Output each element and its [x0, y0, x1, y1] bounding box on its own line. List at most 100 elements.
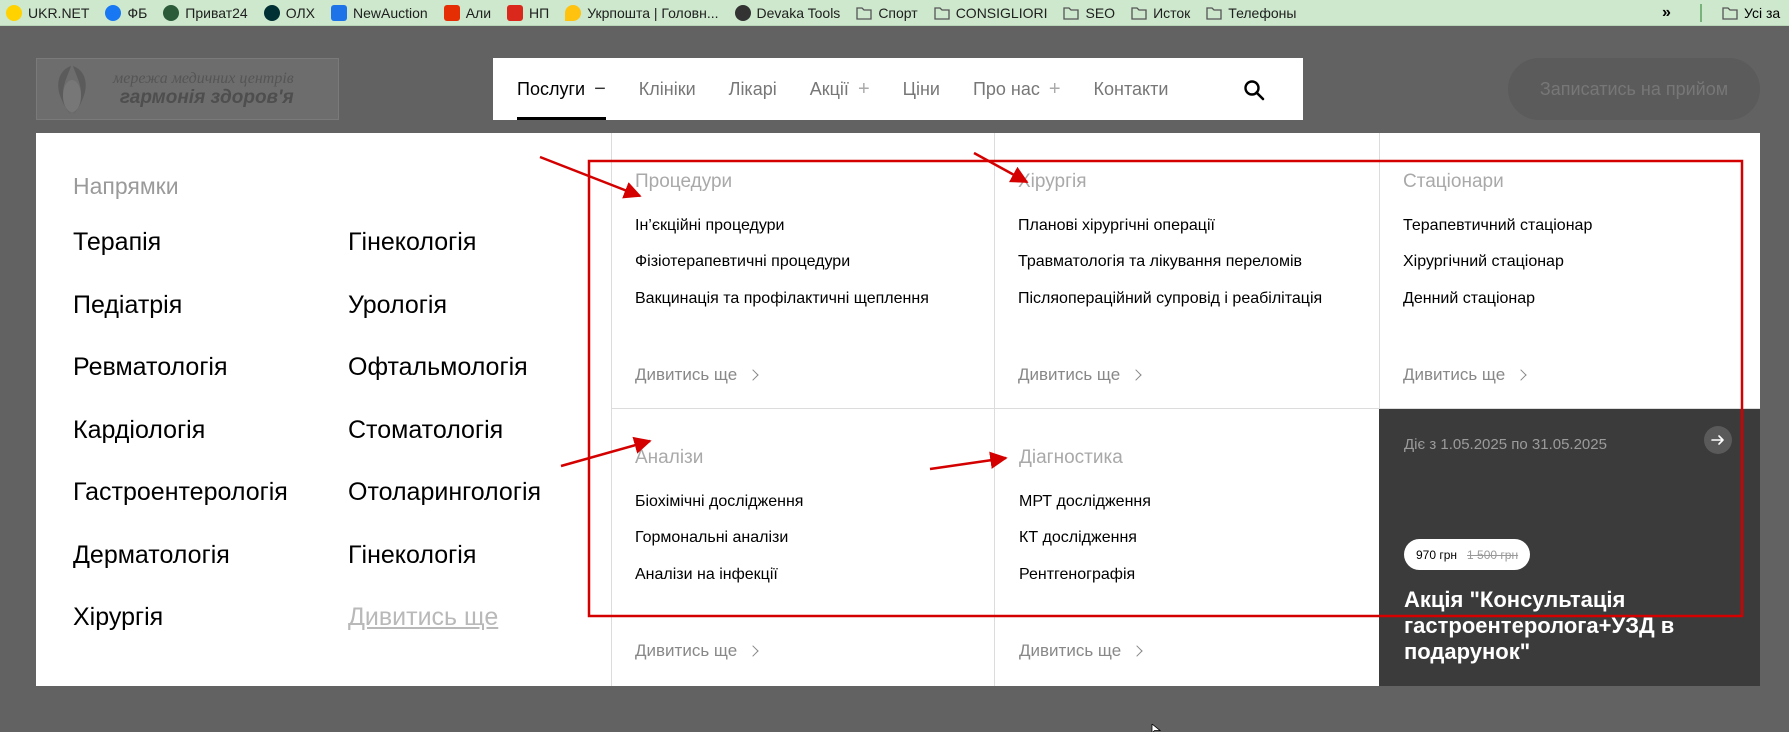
bookmark-folder-istok[interactable]: Исток: [1131, 5, 1190, 21]
inpatient-link[interactable]: Терапевтичний стаціонар: [1403, 217, 1592, 235]
promo-old-price: 1 500 грн: [1467, 547, 1519, 562]
folder-icon: [934, 6, 950, 20]
diagnostics-link[interactable]: Рентгенографія: [1019, 566, 1135, 584]
arrow-right-icon[interactable]: [1704, 426, 1732, 454]
direction-link[interactable]: Гінекологія: [348, 228, 476, 257]
bookmark-folder-consigliori[interactable]: CONSIGLIORI: [934, 5, 1047, 21]
section-title-inpatient: Стаціонари: [1403, 171, 1504, 192]
logo-text: мережа медичних центрів гармонія здоров'…: [113, 70, 294, 109]
ukrposhta-icon: [565, 4, 582, 21]
direction-link[interactable]: Кардіологія: [73, 416, 205, 445]
chevron-right-icon: [1515, 369, 1527, 381]
nav-item-about[interactable]: Про нас +: [973, 58, 1061, 120]
section-title-diagnostics: Діагностика: [1019, 447, 1123, 468]
nav-item-promotions[interactable]: Акції +: [810, 58, 870, 120]
nav-item-contacts[interactable]: Контакти: [1094, 58, 1169, 120]
bookmarks-bar: UKR.NET ФБ Приват24 ОЛХ NewAuction Али Н…: [0, 0, 1789, 26]
direction-link[interactable]: Стоматологія: [348, 416, 503, 445]
procedures-link[interactable]: Ін’єкційні процедури: [635, 217, 784, 235]
promo-price: 970 грн: [1416, 547, 1458, 562]
surgery-more-link[interactable]: Дивитись ще: [1018, 365, 1142, 385]
direction-link[interactable]: Отоларингологія: [348, 478, 541, 507]
bookmark-newauction[interactable]: NewAuction: [330, 4, 428, 21]
promo-dates: Діє з 1.05.2025 по 31.05.2025: [1404, 436, 1607, 453]
surgery-link[interactable]: Планові хірургічні операції: [1018, 217, 1215, 235]
surgery-link[interactable]: Травматологія та лікування переломів: [1018, 253, 1302, 271]
folder-icon: [856, 6, 872, 20]
chevron-right-icon: [747, 369, 759, 381]
direction-link[interactable]: Ревматологія: [73, 353, 228, 382]
nav-item-clinics[interactable]: Клініки: [639, 58, 696, 120]
direction-link[interactable]: Офтальмологія: [348, 353, 528, 382]
bookmark-ukrposhta[interactable]: Укрпошта | Головн...: [565, 4, 719, 21]
chevron-right-icon: [747, 645, 759, 657]
search-icon[interactable]: [1243, 79, 1265, 101]
devaka-icon: [734, 4, 751, 21]
analyses-link[interactable]: Гормональні аналізи: [635, 529, 788, 547]
procedures-link[interactable]: Вакцинація та профілактичні щеплення: [635, 290, 929, 308]
aliexpress-icon: [443, 4, 460, 21]
bookmark-facebook[interactable]: ФБ: [105, 4, 147, 21]
nav-item-services[interactable]: Послуги −: [517, 58, 606, 120]
inpatient-link[interactable]: Денний стаціонар: [1403, 290, 1535, 308]
facebook-icon: [105, 4, 122, 21]
bookmark-privat24[interactable]: Приват24: [163, 4, 248, 21]
inpatient-more-link[interactable]: Дивитись ще: [1403, 365, 1527, 385]
surgery-link[interactable]: Післяопераційний супровід і реабілітація: [1018, 290, 1322, 308]
bookmark-folder-seo[interactable]: SEO: [1063, 5, 1115, 21]
bookmark-novaposhta[interactable]: НП: [507, 4, 549, 21]
section-title-procedures: Процедури: [635, 171, 733, 192]
direction-link[interactable]: Урологія: [348, 291, 447, 320]
column-divider: [994, 133, 995, 686]
directions-title: Напрямки: [73, 173, 179, 199]
nav-item-doctors[interactable]: Лікарі: [729, 58, 777, 120]
direction-link[interactable]: Хірургія: [73, 603, 163, 632]
folder-icon: [1206, 6, 1222, 20]
site-logo[interactable]: мережа медичних центрів гармонія здоров'…: [36, 58, 339, 120]
novaposhta-icon: [507, 4, 524, 21]
chevron-right-icon: [1131, 645, 1143, 657]
bookmark-aliexpress[interactable]: Али: [443, 4, 491, 21]
logo-brand: гармонія здоров'я: [119, 86, 294, 108]
bookmark-olx[interactable]: ОЛХ: [263, 4, 315, 21]
direction-link[interactable]: Дерматологія: [73, 541, 230, 570]
mouse-cursor-icon: [1151, 724, 1161, 732]
chevron-right-icon: [1130, 369, 1142, 381]
services-mega-menu: Напрямки Терапія Педіатрія Ревматологія …: [36, 133, 1760, 686]
diagnostics-more-link[interactable]: Дивитись ще: [1019, 641, 1143, 661]
diagnostics-link[interactable]: КТ дослідження: [1019, 529, 1137, 547]
logo-mark-icon: [37, 60, 107, 118]
direction-link[interactable]: Гінекологія: [348, 541, 476, 570]
analyses-link[interactable]: Аналізи на інфекції: [635, 566, 778, 584]
inpatient-link[interactable]: Хірургічний стаціонар: [1403, 253, 1564, 271]
book-appointment-button[interactable]: Записатись на прийом: [1508, 58, 1760, 120]
newauction-icon: [330, 4, 347, 21]
bookmarks-more-button[interactable]: »: [1662, 0, 1671, 26]
procedures-link[interactable]: Фізіотерапевтичні процедури: [635, 253, 850, 271]
folder-icon: [1063, 6, 1080, 20]
bookmark-folder-phones[interactable]: Телефоны: [1206, 5, 1296, 21]
all-bookmarks-button[interactable]: Усі за: [1722, 0, 1780, 26]
privat24-icon: [163, 4, 180, 21]
promo-title: Акція "Консультація гастроентеролога+УЗД…: [1404, 587, 1675, 664]
main-nav: Послуги − Клініки Лікарі Акції + Ціни Про …: [493, 58, 1303, 120]
section-title-surgery: Хірургія: [1018, 171, 1087, 192]
bookmark-ukrnet[interactable]: UKR.NET: [6, 4, 89, 21]
bookmarks-divider: [1700, 4, 1702, 22]
analyses-more-link[interactable]: Дивитись ще: [635, 641, 759, 661]
expand-icon: +: [857, 77, 870, 100]
direction-link[interactable]: Терапія: [73, 228, 161, 257]
folder-icon: [1722, 7, 1738, 20]
direction-link[interactable]: Педіатрія: [73, 291, 182, 320]
direction-link[interactable]: Гастроентерологія: [73, 478, 288, 507]
bookmark-folder-sport[interactable]: Спорт: [856, 5, 918, 21]
nav-item-prices[interactable]: Ціни: [903, 58, 940, 120]
promo-card[interactable]: Діє з 1.05.2025 по 31.05.2025 970 грн 1 …: [1379, 409, 1760, 686]
bookmark-devaka[interactable]: Devaka Tools: [734, 4, 840, 21]
directions-more-link[interactable]: Дивитись ще: [348, 603, 498, 632]
diagnostics-link[interactable]: МРТ дослідження: [1019, 493, 1151, 511]
procedures-more-link[interactable]: Дивитись ще: [635, 365, 759, 385]
folder-icon: [1131, 6, 1147, 20]
section-title-analyses: Аналізи: [635, 447, 704, 468]
analyses-link[interactable]: Біохімічні дослідження: [635, 493, 803, 511]
